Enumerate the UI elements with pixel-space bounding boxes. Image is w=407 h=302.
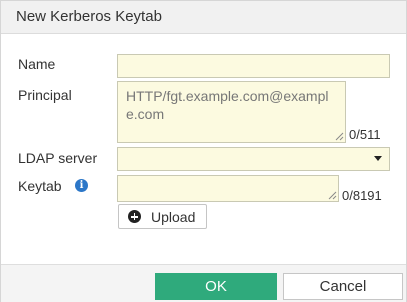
keytab-label: Keytab	[18, 178, 62, 194]
caret-down-icon	[374, 156, 382, 161]
principal-textarea[interactable]: HTTP/fgt.example.com@example.com	[117, 81, 346, 143]
cancel-button[interactable]: Cancel	[283, 273, 403, 300]
principal-placeholder: HTTP/fgt.example.com@example.com	[126, 88, 329, 122]
resize-handle-icon[interactable]	[328, 191, 337, 200]
info-icon[interactable]: i	[75, 179, 88, 192]
ok-button[interactable]: OK	[155, 273, 277, 300]
name-label: Name	[18, 56, 56, 72]
dialog-titlebar: New Kerberos Keytab	[1, 1, 406, 34]
plus-circle-icon	[128, 210, 141, 223]
upload-button[interactable]: Upload	[118, 204, 207, 229]
new-kerberos-keytab-dialog: New Kerberos Keytab Name Principal HTTP/…	[0, 0, 407, 302]
ldap-server-label: LDAP server	[18, 150, 98, 166]
ldap-server-select[interactable]	[117, 147, 390, 171]
upload-button-label: Upload	[151, 209, 196, 225]
dialog-title: New Kerberos Keytab	[16, 8, 162, 25]
keytab-textarea[interactable]	[117, 175, 339, 202]
principal-counter: 0/511	[349, 127, 381, 142]
resize-handle-icon[interactable]	[335, 132, 344, 141]
keytab-counter: 0/8191	[342, 188, 382, 203]
principal-label: Principal	[18, 87, 72, 103]
name-input[interactable]	[117, 54, 390, 78]
